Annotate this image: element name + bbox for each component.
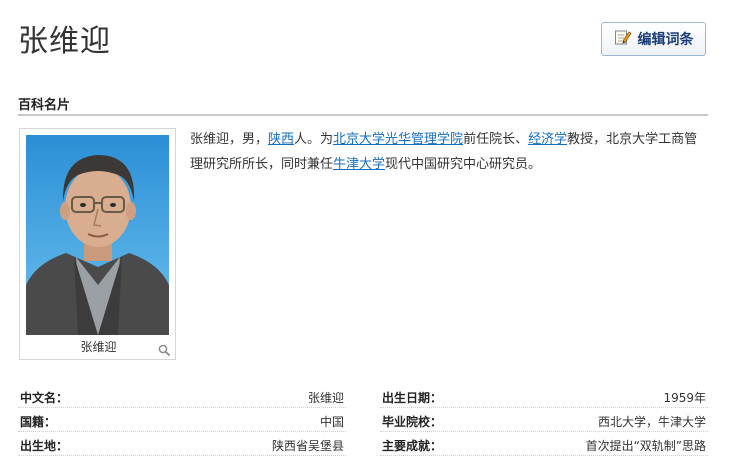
- section-divider: [18, 114, 708, 116]
- link-guanghua-school[interactable]: 北京大学光华管理学院: [333, 132, 463, 147]
- photo-caption: 张维迎: [80, 340, 117, 354]
- info-value: 陕西省吴堡县: [271, 439, 344, 453]
- info-key: 国籍：: [20, 415, 57, 429]
- summary-text-part: 人。为: [294, 132, 334, 147]
- info-value: 中国: [319, 415, 344, 429]
- summary-text-part: 张维迎，男，: [190, 132, 269, 147]
- info-row-nationality: 国籍： 中国: [18, 409, 346, 432]
- edit-entry-button[interactable]: 编辑词条: [601, 22, 706, 56]
- link-shaanxi[interactable]: 陕西: [268, 132, 294, 147]
- summary-text-part: 现代中国研究中心研究员。: [385, 157, 542, 172]
- info-row-birth-date: 出生日期： 1959年: [380, 385, 708, 408]
- info-row-alma-mater: 毕业院校： 西北大学，牛津大学: [380, 409, 708, 432]
- link-economics[interactable]: 经济学: [528, 132, 567, 147]
- edit-pencil-icon: [614, 28, 632, 50]
- info-row-achievement: 主要成就： 首次提出“双轨制”思路: [380, 433, 708, 456]
- info-row-chinese-name: 中文名： 张维迎: [18, 385, 346, 408]
- info-key: 出生地：: [20, 439, 69, 453]
- info-key: 主要成就：: [382, 439, 443, 453]
- portrait-photo[interactable]: [26, 135, 169, 335]
- info-value: 西北大学，牛津大学: [597, 415, 706, 429]
- link-oxford[interactable]: 牛津大学: [333, 157, 385, 172]
- magnify-icon[interactable]: [158, 342, 171, 361]
- portrait-card[interactable]: 张维迎: [19, 128, 176, 360]
- page-title: 张维迎: [18, 24, 111, 59]
- info-value: 首次提出“双轨制”思路: [585, 439, 706, 453]
- summary-text-part: 前任院长、: [463, 132, 529, 147]
- section-title: 百科名片: [18, 98, 71, 113]
- summary-text: 张维迎，男，陕西人。为北京大学光华管理学院前任院长、经济学教授，北京大学工商管理…: [190, 127, 708, 177]
- info-key: 毕业院校：: [382, 415, 443, 429]
- info-key: 出生日期：: [382, 391, 443, 405]
- info-value: 1959年: [663, 391, 706, 405]
- info-key: 中文名：: [20, 391, 69, 405]
- info-row-birthplace: 出生地： 陕西省吴堡县: [18, 433, 346, 456]
- info-value: 张维迎: [307, 391, 344, 405]
- edit-entry-label: 编辑词条: [637, 32, 694, 48]
